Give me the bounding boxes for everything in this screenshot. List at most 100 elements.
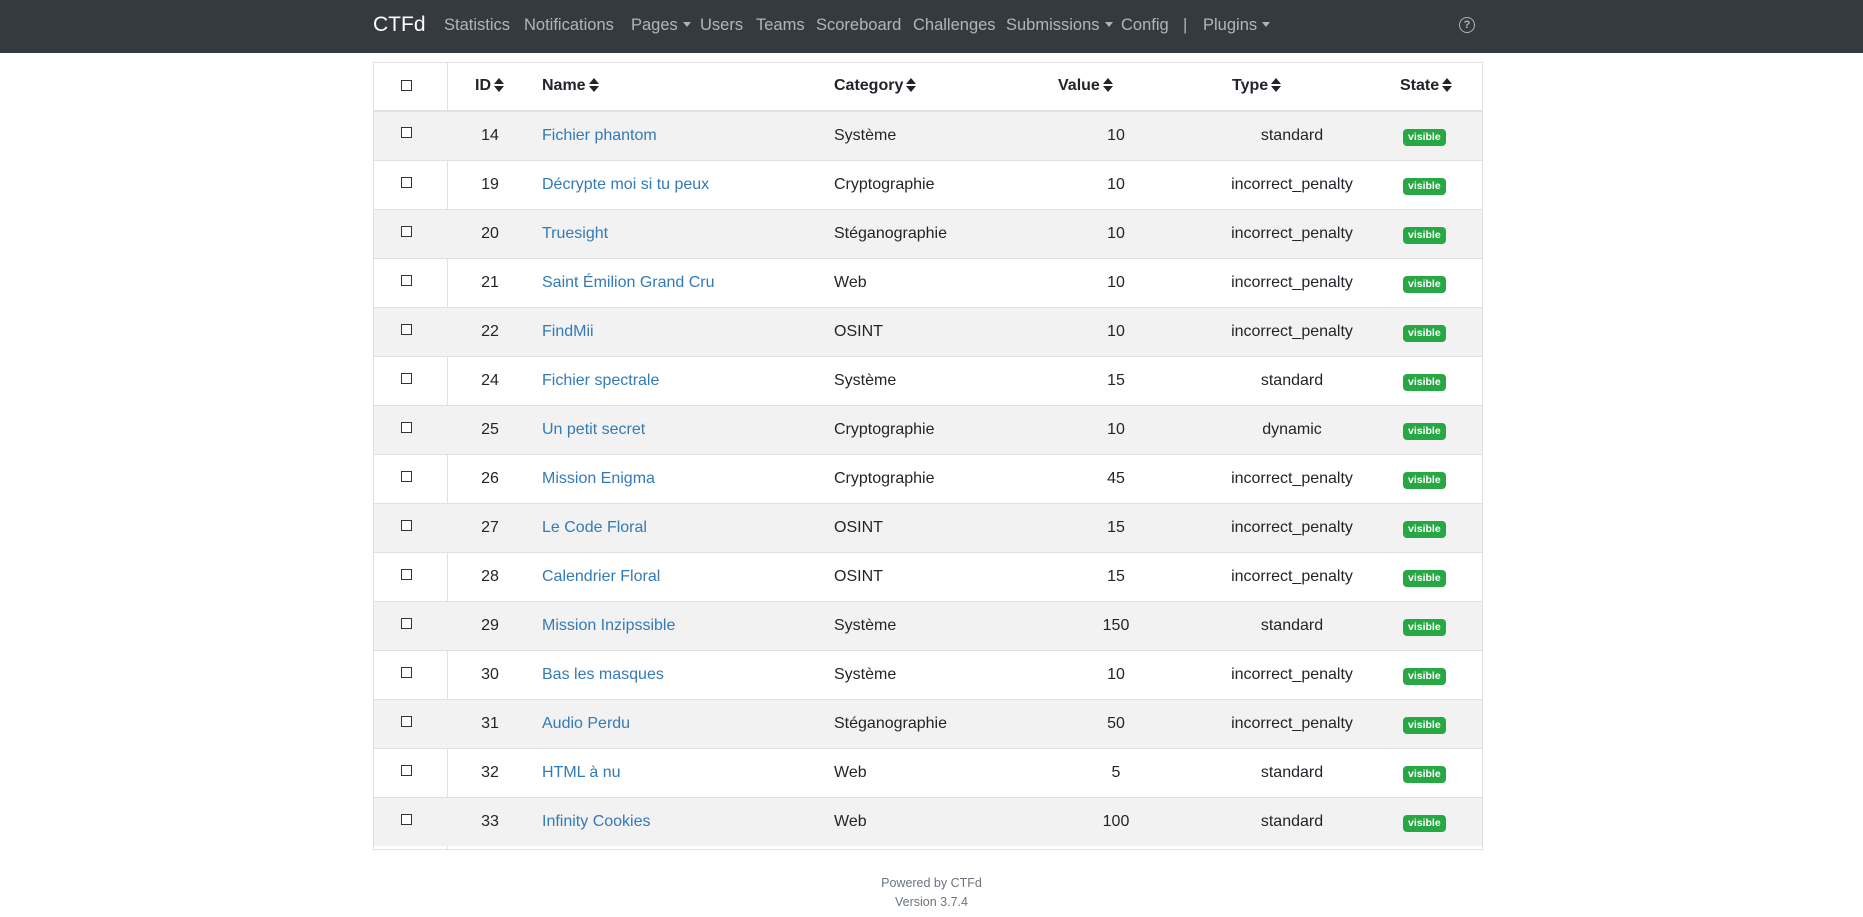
row-checkbox[interactable] (401, 667, 412, 678)
sort-icon (494, 78, 504, 92)
column-header-category[interactable]: Category (834, 77, 917, 95)
powered-by-text[interactable]: Powered by CTFd (0, 874, 1863, 893)
nav-plugins[interactable]: Plugins (1203, 16, 1271, 35)
state-badge: visible (1403, 374, 1446, 391)
challenge-name-link[interactable]: FindMii (542, 323, 594, 341)
column-header-value-label: Value (1058, 77, 1100, 94)
question-circle-icon[interactable]: ? (1459, 17, 1475, 33)
column-header-id-label: ID (475, 77, 491, 94)
sort-icon (588, 78, 599, 92)
sort-icon (1271, 78, 1282, 92)
row-checkbox[interactable] (401, 177, 412, 188)
row-checkbox[interactable] (401, 226, 412, 237)
challenge-type: standard (1260, 372, 1324, 389)
challenge-type: incorrect_penalty (1231, 519, 1353, 536)
challenge-name-link[interactable]: Saint Émilion Grand Cru (542, 274, 715, 292)
challenge-name-link[interactable]: Audio Perdu (542, 715, 630, 733)
challenge-name-link[interactable]: Fichier spectrale (542, 372, 659, 390)
table-row: 33 Infinity Cookies Web 100 standard visible (374, 797, 1482, 846)
challenge-value: 45 (1107, 470, 1125, 487)
state-badge: visible (1403, 276, 1446, 293)
challenge-type: incorrect_penalty (1231, 666, 1353, 683)
challenges-table: ID Name Category Value Type State 14 Fich… (373, 62, 1483, 850)
table-row: 26 Mission Enigma Cryptographie 45 incorrect… (374, 454, 1482, 503)
state-badge: visible (1403, 178, 1446, 195)
nav-statistics[interactable]: Statistics (444, 16, 510, 35)
challenge-category: Système (834, 617, 897, 634)
challenge-category: Système (834, 372, 897, 389)
challenge-category: OSINT (834, 568, 883, 585)
challenge-id: 30 (481, 666, 499, 683)
challenge-name-link[interactable]: Mission Inzipssible (542, 617, 675, 635)
challenge-value: 15 (1107, 372, 1125, 389)
challenge-type: incorrect_penalty (1231, 470, 1353, 487)
row-checkbox[interactable] (401, 324, 412, 335)
challenge-name-link[interactable]: Infinity Cookies (542, 813, 651, 831)
challenge-name-link[interactable]: Calendrier Floral (542, 568, 660, 586)
challenge-value: 5 (1111, 764, 1121, 781)
challenge-category: Web (834, 274, 867, 291)
challenge-name-link[interactable]: Truesight (542, 225, 608, 243)
page-footer: Powered by CTFd Version 3.7.4 (0, 874, 1863, 912)
challenge-type: standard (1260, 764, 1324, 781)
challenge-id: 19 (481, 176, 499, 193)
brand-logo[interactable]: CTFd (373, 13, 426, 37)
column-header-id[interactable]: ID (475, 77, 504, 95)
row-checkbox[interactable] (401, 422, 412, 433)
nav-pages[interactable]: Pages (631, 16, 691, 35)
select-all-checkbox[interactable] (401, 80, 412, 91)
row-checkbox[interactable] (401, 569, 412, 580)
column-header-value[interactable]: Value (1058, 77, 1113, 95)
challenge-id: 33 (481, 813, 499, 830)
nav-users[interactable]: Users (700, 16, 743, 35)
table-row: 22 FindMii OSINT 10 incorrect_penalty visible (374, 307, 1482, 356)
table-row: 20 Truesight Stéganographie 10 incorrect_pen… (374, 209, 1482, 258)
table-row: 31 Audio Perdu Stéganographie 50 incorrect_p… (374, 699, 1482, 748)
challenge-id: 29 (481, 617, 499, 634)
challenge-value: 10 (1107, 176, 1125, 193)
row-checkbox[interactable] (401, 373, 412, 384)
nav-scoreboard[interactable]: Scoreboard (816, 16, 901, 35)
table-row: 14 Fichier phantom Système 10 standard visibl… (374, 112, 1482, 160)
row-checkbox[interactable] (401, 765, 412, 776)
nav-teams[interactable]: Teams (756, 16, 805, 35)
state-badge: visible (1403, 472, 1446, 489)
challenge-name-link[interactable]: Fichier phantom (542, 127, 657, 145)
table-row: 24 Fichier spectrale Système 15 standard visi… (374, 356, 1482, 405)
challenge-category: Web (834, 764, 867, 781)
challenge-name-link[interactable]: Un petit secret (542, 421, 645, 439)
challenge-name-link[interactable]: Bas les masques (542, 666, 664, 684)
challenge-value: 50 (1107, 715, 1125, 732)
state-badge: visible (1403, 521, 1446, 538)
nav-challenges[interactable]: Challenges (913, 16, 996, 35)
challenge-name-link[interactable]: Décrypte moi si tu peux (542, 176, 709, 194)
nav-notifications[interactable]: Notifications (524, 16, 614, 35)
challenge-category: Cryptographie (834, 176, 935, 193)
table-row: 27 Le Code Floral OSINT 15 incorrect_penalty… (374, 503, 1482, 552)
row-checkbox[interactable] (401, 618, 412, 629)
column-header-name[interactable]: Name (542, 77, 599, 95)
row-checkbox[interactable] (401, 127, 412, 138)
column-header-type[interactable]: Type (1232, 77, 1282, 95)
row-checkbox[interactable] (401, 716, 412, 727)
column-header-name-label: Name (542, 77, 586, 94)
row-checkbox[interactable] (401, 275, 412, 286)
challenge-type: incorrect_penalty (1231, 225, 1353, 242)
row-checkbox[interactable] (401, 471, 412, 482)
table-row: 28 Calendrier Floral OSINT 15 incorrect_pena… (374, 552, 1482, 601)
challenge-type: incorrect_penalty (1231, 323, 1353, 340)
challenge-name-link[interactable]: HTML à nu (542, 764, 621, 782)
challenge-id: 14 (481, 127, 499, 144)
challenge-value: 10 (1107, 225, 1125, 242)
column-header-state[interactable]: State (1400, 77, 1453, 95)
table-row: 32 HTML à nu Web 5 standard visible (374, 748, 1482, 797)
challenge-name-link[interactable]: Mission Enigma (542, 470, 655, 488)
row-checkbox[interactable] (401, 520, 412, 531)
row-checkbox[interactable] (401, 814, 412, 825)
column-header-category-label: Category (834, 77, 904, 94)
nav-submissions[interactable]: Submissions (1006, 16, 1113, 35)
state-badge: visible (1403, 423, 1446, 440)
challenge-name-link[interactable]: Le Code Floral (542, 519, 647, 537)
table-body: 14 Fichier phantom Système 10 standard visibl… (374, 112, 1482, 846)
nav-config[interactable]: Config (1121, 16, 1169, 35)
